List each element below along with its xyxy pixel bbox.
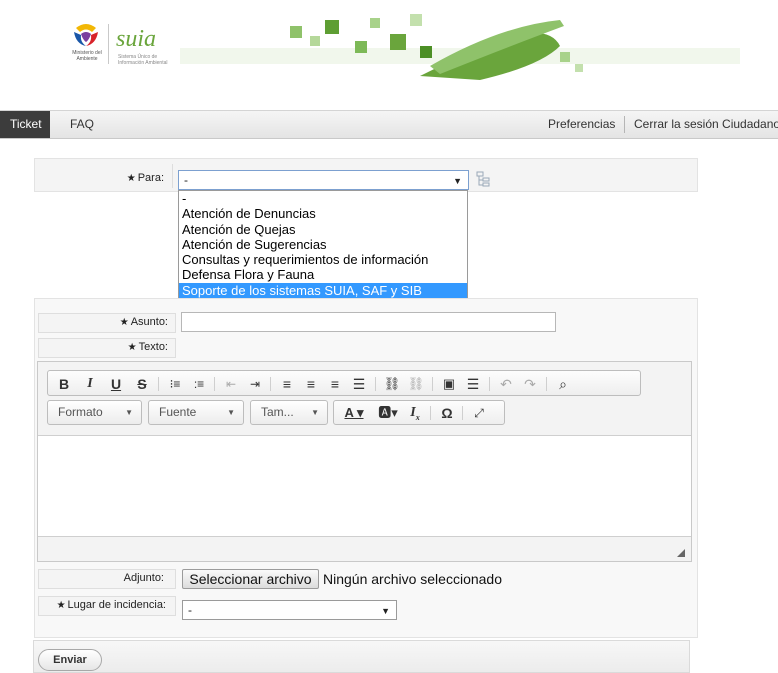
toolbar-separator (546, 377, 547, 391)
para-option[interactable]: Atención de Sugerencias (179, 237, 467, 252)
site-header: Ministerio del Ambiente suia Sistema Úni… (0, 0, 778, 96)
resize-handle-icon[interactable] (677, 549, 685, 557)
font-combo[interactable]: Fuente ▼ (148, 400, 244, 425)
required-star-icon: ★ (56, 600, 66, 611)
suia-logo-text: suia (116, 26, 156, 52)
dropdown-arrow-icon: ▼ (381, 606, 390, 616)
asunto-label: ★ Asunto: (40, 316, 168, 328)
text-color-icon[interactable]: A ▾ (340, 405, 368, 421)
lugar-select-value: - (188, 603, 192, 617)
nav-divider (624, 116, 625, 133)
image-icon[interactable]: ▣ (440, 376, 458, 392)
submit-bar (33, 640, 690, 673)
para-option[interactable]: Atención de Quejas (179, 222, 467, 237)
font-combo-label: Fuente (159, 405, 197, 419)
editor-content-area[interactable] (38, 435, 691, 537)
justify-icon[interactable]: ☰ (350, 376, 368, 392)
para-option[interactable]: Atención de Denuncias (179, 206, 467, 221)
para-label-divider (172, 164, 173, 188)
para-option-selected[interactable]: Soporte de los sistemas SUIA, SAF y SIB (179, 282, 467, 299)
org-chart-icon[interactable] (475, 171, 491, 187)
ministry-logo-icon (74, 24, 98, 46)
rich-text-editor: B I U S ⁝≡ :≡ ⇤ ⇥ ≡ ≡ ≡ ☰ ⛓ ⛓ ▣ ☰ ↶ ↷ ⌕ … (37, 361, 692, 562)
texto-label-text: Texto: (138, 341, 168, 353)
maximize-icon[interactable]: ⤢ (470, 405, 488, 421)
para-option[interactable]: - (179, 191, 467, 206)
bold-icon[interactable]: B (55, 376, 73, 392)
horizontal-line-icon[interactable]: ☰ (464, 376, 482, 392)
toolbar-separator (430, 406, 431, 420)
special-char-icon[interactable]: Ω (438, 405, 456, 421)
suia-subtitle: Sistema Único de Información Ambiental (118, 54, 168, 66)
header-banner-graphic (180, 14, 740, 80)
undo-icon[interactable]: ↶ (497, 376, 515, 392)
redo-icon[interactable]: ↷ (521, 376, 539, 392)
para-select-value: - (184, 173, 188, 187)
toolbar-group-basic: B I U S ⁝≡ :≡ ⇤ ⇥ ≡ ≡ ≡ ☰ ⛓ ⛓ ▣ ☰ ↶ ↷ ⌕ (47, 370, 641, 396)
nav-tab-ticket[interactable]: Ticket (0, 111, 50, 138)
para-label: ★ Para: (40, 172, 164, 184)
underline-icon[interactable]: U (107, 376, 125, 392)
strikethrough-icon[interactable]: S (133, 376, 151, 392)
required-star-icon: ★ (119, 317, 129, 328)
toolbar-separator (462, 406, 463, 420)
background-color-icon[interactable]: 🅰▾ (374, 405, 402, 421)
para-select[interactable]: - ▼ (178, 170, 469, 190)
para-options-list[interactable]: - Atención de Denuncias Atención de Quej… (178, 190, 468, 300)
toolbar-separator (375, 377, 376, 391)
lugar-label-text: Lugar de incidencia: (67, 599, 166, 611)
size-combo[interactable]: Tam... ▼ (250, 400, 328, 425)
required-star-icon: ★ (126, 173, 136, 184)
toolbar-separator (270, 377, 271, 391)
numbered-list-icon[interactable]: ⁝≡ (166, 376, 184, 392)
unlink-icon[interactable]: ⛓ (407, 376, 425, 392)
find-icon[interactable]: ⌕ (554, 376, 572, 392)
remove-format-icon[interactable]: Ix (406, 405, 424, 422)
align-right-icon[interactable]: ≡ (326, 376, 344, 392)
nav-logout-link[interactable]: Cerrar la sesión Ciudadano (634, 111, 778, 138)
file-status-text: Ningún archivo seleccionado (323, 571, 502, 587)
chevron-down-icon: ▼ (125, 408, 133, 417)
toolbar-group-color: A ▾ 🅰▾ Ix Ω ⤢ (333, 400, 505, 425)
format-combo-label: Formato (58, 405, 103, 419)
lugar-label: ★ Lugar de incidencia: (38, 599, 166, 611)
suia-logo: suia (116, 26, 156, 52)
logo-divider (108, 24, 109, 64)
para-label-text: Para: (137, 172, 164, 184)
required-star-icon: ★ (127, 342, 137, 353)
link-icon[interactable]: ⛓ (383, 376, 401, 392)
nav-tab-faq[interactable]: FAQ (70, 111, 94, 138)
chevron-down-icon: ▼ (227, 408, 235, 417)
italic-icon[interactable]: I (81, 376, 99, 392)
toolbar-separator (432, 377, 433, 391)
dropdown-arrow-icon: ▼ (453, 176, 462, 186)
toolbar-separator (489, 377, 490, 391)
toolbar-separator (214, 377, 215, 391)
choose-file-button[interactable]: Seleccionar archivo (182, 569, 319, 589)
para-option[interactable]: Defensa Flora y Fauna (179, 267, 467, 282)
ministry-name: Ministerio del Ambiente (72, 50, 102, 62)
para-option[interactable]: Consultas y requerimientos de informació… (179, 252, 467, 267)
top-nav: Ticket FAQ Preferencias Cerrar la sesión… (0, 110, 778, 139)
nav-preferences-link[interactable]: Preferencias (548, 111, 615, 138)
adjunto-label: Adjunto: (123, 572, 164, 584)
lugar-select[interactable]: - ▼ (182, 600, 397, 620)
chevron-down-icon: ▼ (311, 408, 319, 417)
bulleted-list-icon[interactable]: :≡ (190, 376, 208, 392)
align-left-icon[interactable]: ≡ (278, 376, 296, 392)
submit-button[interactable]: Enviar (38, 649, 102, 671)
toolbar-separator (158, 377, 159, 391)
asunto-input[interactable] (181, 312, 556, 332)
indent-icon[interactable]: ⇥ (246, 376, 264, 392)
format-combo[interactable]: Formato ▼ (47, 400, 142, 425)
outdent-icon[interactable]: ⇤ (222, 376, 240, 392)
texto-label: ★ Texto: (40, 341, 168, 353)
size-combo-label: Tam... (261, 405, 294, 419)
align-center-icon[interactable]: ≡ (302, 376, 320, 392)
asunto-label-text: Asunto: (130, 316, 168, 328)
